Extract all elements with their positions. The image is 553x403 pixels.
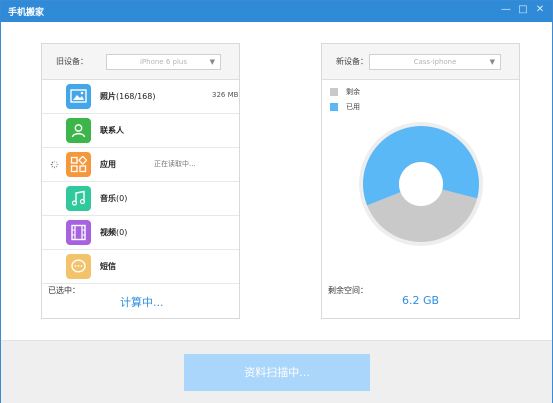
free-space-label: 剩余空间： [328, 286, 368, 295]
item-count: (168/168) [116, 92, 156, 101]
loading-spinner-icon [50, 160, 59, 169]
free-space-value: 6.2 GB [402, 294, 440, 307]
window-title: 手机搬家 [8, 8, 45, 18]
selected-value: 计算中... [120, 296, 164, 309]
list-item[interactable]: 应用 正在读取中... [42, 148, 239, 182]
item-label: 应用 [100, 160, 116, 169]
new-device-panel: 新设备： Cass-iphone ▼ 剩余 已用 剩余空间： 6.2 GB [321, 43, 520, 319]
legend-label-used: 已用 [346, 103, 360, 111]
new-device-label: 新设备： [336, 57, 368, 66]
new-device-header: 新设备： Cass-iphone ▼ [322, 44, 519, 80]
item-status: 正在读取中... [154, 160, 196, 168]
video-icon [66, 220, 91, 245]
item-count: (0) [116, 194, 128, 203]
legend-label-free: 剩余 [346, 88, 360, 96]
chevron-down-icon: ▼ [489, 58, 495, 66]
app-window: 手机搬家 — □ ✕ 旧设备： iPhone 6 plus ▼ 照片(168/1… [0, 0, 553, 403]
selected-label: 已选中： [48, 286, 80, 295]
item-label: 音乐 [100, 194, 116, 203]
legend-swatch-free [330, 88, 338, 96]
item-name: 应用 [100, 159, 116, 170]
music-icon [66, 186, 91, 211]
maximize-icon[interactable]: □ [516, 4, 530, 16]
item-name: 联系人 [100, 125, 124, 136]
old-device-select[interactable]: iPhone 6 plus ▼ [106, 54, 221, 70]
item-label: 联系人 [100, 126, 124, 135]
old-device-header: 旧设备： iPhone 6 plus ▼ [42, 44, 239, 80]
old-device-label: 旧设备： [56, 57, 88, 66]
list-item[interactable]: 视频(0) [42, 216, 239, 250]
item-count: (0) [116, 228, 128, 237]
message-icon [66, 254, 91, 279]
item-size: 326 MB [212, 91, 239, 99]
legend-item-used: 已用 [330, 102, 410, 114]
item-label: 照片 [100, 92, 116, 101]
item-name: 照片(168/168) [100, 91, 155, 102]
item-name: 短信 [100, 261, 116, 272]
bottom-bar: 资料扫描中... [1, 340, 552, 403]
contacts-icon [66, 118, 91, 143]
chevron-down-icon: ▼ [209, 58, 215, 66]
item-label: 短信 [100, 262, 116, 271]
donut-hole [399, 162, 443, 206]
item-label: 视频 [100, 228, 116, 237]
legend-swatch-used [330, 103, 338, 111]
photo-icon [66, 84, 91, 109]
minimize-icon[interactable]: — [499, 4, 513, 16]
scan-button[interactable]: 资料扫描中... [184, 354, 370, 391]
legend-item-free: 剩余 [330, 87, 410, 99]
list-item[interactable]: 音乐(0) [42, 182, 239, 216]
old-device-panel: 旧设备： iPhone 6 plus ▼ 照片(168/168) 326 MB 联系… [41, 43, 240, 319]
old-device-value: iPhone 6 plus [139, 58, 187, 66]
item-name: 音乐(0) [100, 193, 127, 204]
list-item[interactable]: 联系人 [42, 114, 239, 148]
title-bar: 手机搬家 — □ ✕ [1, 1, 552, 22]
list-item[interactable]: 照片(168/168) 326 MB [42, 80, 239, 114]
new-device-value: Cass-iphone [413, 58, 457, 66]
new-device-select[interactable]: Cass-iphone ▼ [369, 54, 501, 70]
apps-icon [66, 152, 91, 177]
list-item[interactable]: 短信 [42, 250, 239, 284]
item-name: 视频(0) [100, 227, 127, 238]
close-icon[interactable]: ✕ [533, 4, 547, 16]
storage-donut-chart [359, 122, 483, 246]
